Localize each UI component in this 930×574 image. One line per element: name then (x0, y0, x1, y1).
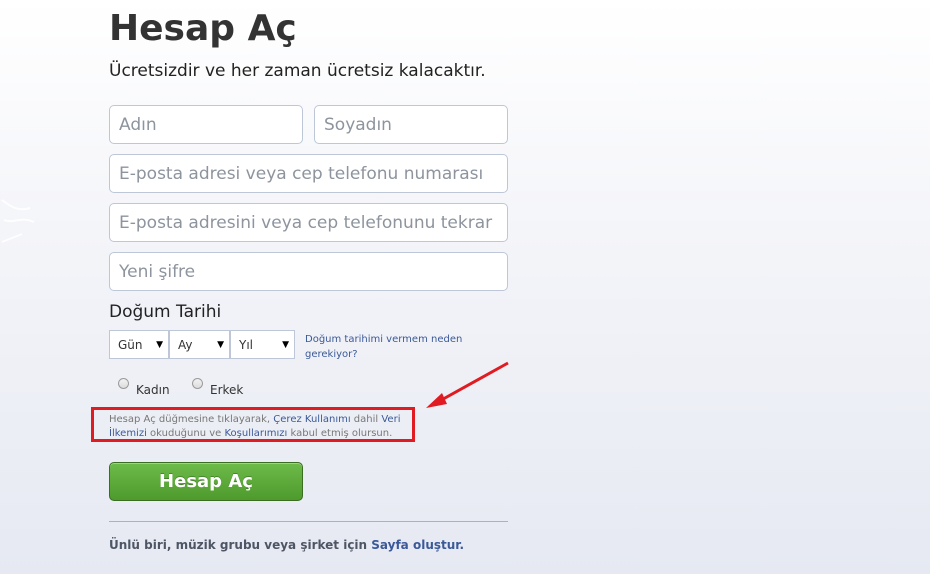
email-confirm-input[interactable] (109, 203, 508, 242)
email-input[interactable] (109, 154, 508, 193)
page-title: Hesap Aç (109, 8, 297, 49)
radio-button[interactable] (192, 378, 203, 389)
annotation-arrow-icon (426, 361, 509, 408)
birthday-label: Doğum Tarihi (109, 302, 222, 322)
signup-submit-button[interactable]: Hesap Aç (109, 462, 303, 501)
first-name-input[interactable] (109, 105, 303, 144)
chevron-down-icon: ▼ (217, 339, 224, 350)
create-page-line: Ünlü biri, müzik grubu veya şirket için … (109, 538, 464, 552)
create-page-link[interactable]: Sayfa oluştur. (371, 538, 464, 552)
create-page-text: Ünlü biri, müzik grubu veya şirket için (109, 538, 372, 552)
day-select-value: Gün (118, 337, 143, 352)
divider (109, 521, 508, 522)
radio-button[interactable] (118, 378, 129, 389)
password-input[interactable] (109, 252, 508, 291)
year-select[interactable]: Yıl ▼ (230, 330, 295, 359)
gender-male-option[interactable]: Erkek (192, 377, 243, 397)
year-select-value: Yıl (239, 337, 253, 352)
gender-female-option[interactable]: Kadın (118, 377, 170, 397)
gender-male-label: Erkek (210, 383, 244, 397)
gender-female-label: Kadın (136, 383, 170, 397)
chevron-down-icon: ▼ (282, 339, 289, 350)
background-doodle (1, 199, 35, 243)
why-birthday-link[interactable]: Doğum tarihimi vermem neden gerekiyor? (305, 332, 485, 362)
page-subtitle: Ücretsizdir ve her zaman ücretsiz kalaca… (109, 61, 486, 81)
last-name-input[interactable] (314, 105, 508, 144)
annotation-highlight-box (91, 407, 415, 442)
day-select[interactable]: Gün ▼ (109, 330, 169, 359)
month-select[interactable]: Ay ▼ (169, 330, 230, 359)
month-select-value: Ay (178, 337, 193, 352)
chevron-down-icon: ▼ (156, 339, 163, 350)
